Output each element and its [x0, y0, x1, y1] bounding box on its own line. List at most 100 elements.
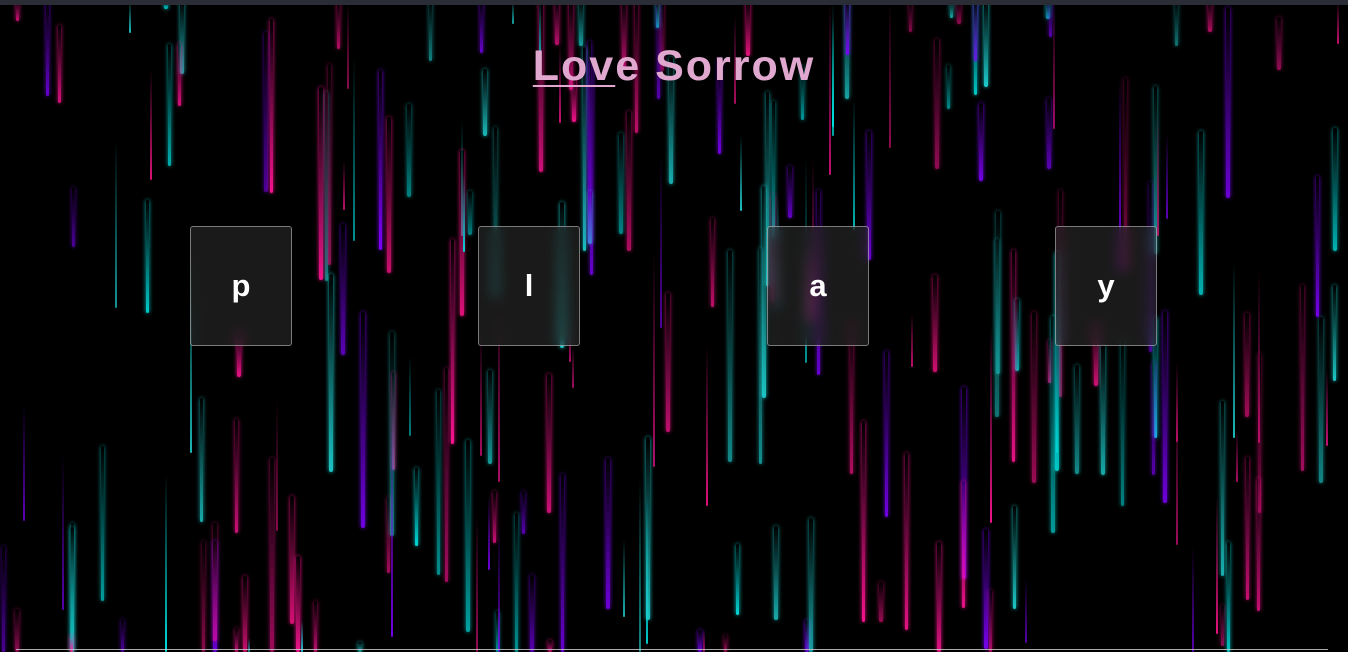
key-letter: a: [809, 268, 827, 303]
rain-drop: [1163, 311, 1167, 503]
rain-drop: [1049, 0, 1052, 37]
rain-drop: [243, 576, 247, 652]
rain-drop: [1316, 176, 1319, 317]
key-letter: p: [231, 268, 251, 303]
key-letter: y: [1097, 268, 1115, 303]
rain-drop: [270, 458, 274, 652]
rain-drop: [387, 117, 391, 273]
key-p[interactable]: p: [190, 226, 292, 346]
rain-drop: [72, 187, 75, 247]
rain-drop: [1246, 457, 1249, 600]
rain-drop: [121, 619, 124, 652]
rain-drop: [1025, 578, 1027, 643]
rain-drop: [1075, 365, 1079, 474]
rain-drop: [619, 133, 623, 234]
rain-drop: [885, 351, 888, 517]
rain-drop: [853, 97, 855, 230]
rain-drop: [905, 453, 908, 630]
rain-drop: [391, 421, 393, 637]
rain-drop: [1257, 478, 1260, 611]
rain-drop: [341, 224, 345, 355]
rain-drop: [1101, 345, 1105, 475]
rain-drop: [328, 64, 331, 265]
key-a[interactable]: a: [767, 226, 869, 346]
rain-drop: [1226, 7, 1230, 198]
rain-drop: [1199, 131, 1203, 295]
rain-drop: [1221, 605, 1224, 646]
rain-drop: [1221, 401, 1224, 576]
rain-drop: [276, 400, 278, 531]
rain-drop: [200, 398, 203, 522]
rain-drop: [740, 135, 742, 211]
rain-drop: [451, 239, 454, 444]
rain-drop: [1216, 495, 1218, 634]
rain-scene: Love Sorrow p l a y: [0, 0, 1348, 652]
rain-drop: [296, 556, 300, 652]
rain-drop: [1012, 250, 1015, 462]
bottom-divider: [16, 649, 1328, 650]
rain-drop: [548, 640, 552, 652]
rain-drop: [995, 239, 999, 417]
rain-drop: [666, 293, 670, 432]
rain-drop: [788, 166, 792, 218]
rain-drop: [1333, 285, 1336, 381]
rain-drop: [911, 313, 913, 367]
rain-drop: [23, 402, 25, 521]
rain-drop: [572, 345, 574, 388]
rain-drop: [728, 250, 732, 462]
rain-drop: [879, 582, 883, 622]
rain-drop: [476, 513, 478, 652]
rain-drop: [1326, 370, 1328, 446]
rain-drop: [1015, 299, 1019, 371]
rain-drop: [1337, 0, 1339, 44]
rain-drop: [202, 541, 205, 652]
rain-drop: [530, 575, 534, 652]
rain-drop: [498, 524, 500, 652]
top-bar: [0, 0, 1348, 5]
rain-drop: [361, 312, 365, 528]
rain-drop: [639, 478, 641, 652]
rain-drop: [115, 140, 117, 308]
key-y[interactable]: y: [1055, 226, 1157, 346]
rain-drop: [343, 160, 345, 210]
rain-drop: [101, 446, 104, 601]
rain-drop: [213, 523, 217, 641]
key-l[interactable]: l: [478, 226, 580, 346]
rain-drop: [933, 275, 937, 372]
rain-drop: [1236, 429, 1238, 482]
rain-drop: [319, 87, 323, 280]
rain-drop: [1233, 261, 1235, 438]
rain-drop: [488, 496, 490, 570]
rain-drop: [762, 186, 766, 398]
rain-drop: [1121, 340, 1124, 506]
rain-drop: [990, 326, 992, 523]
rain-drop: [623, 539, 625, 617]
rain-drop: [660, 153, 662, 328]
rain-drop: [480, 328, 482, 456]
rain-drop: [329, 274, 333, 472]
rain-drop: [2, 546, 5, 652]
rain-drop: [165, 475, 167, 652]
rain-drop: [979, 103, 983, 181]
rain-drop: [290, 496, 294, 624]
rain-drop: [1176, 362, 1178, 442]
rain-drop: [522, 491, 525, 534]
rain-drop: [1013, 506, 1016, 609]
rain-drop: [1157, 114, 1159, 236]
rain-drop: [989, 590, 992, 652]
rain-drop: [711, 218, 714, 307]
rain-drop: [407, 104, 411, 197]
rain-drop: [809, 518, 813, 652]
rain-drop: [409, 356, 411, 436]
rain-drop: [1152, 362, 1155, 475]
rain-drop: [488, 370, 492, 464]
title-text: e Sorrow: [615, 42, 816, 90]
rain-drop: [1245, 313, 1249, 417]
rain-drop: [547, 374, 551, 513]
rain-drop: [588, 191, 592, 244]
title-link[interactable]: Lov: [533, 42, 615, 90]
rain-drop: [437, 390, 440, 575]
rain-drop: [62, 456, 64, 610]
rain-drop: [736, 544, 739, 615]
rain-drop: [314, 601, 317, 652]
